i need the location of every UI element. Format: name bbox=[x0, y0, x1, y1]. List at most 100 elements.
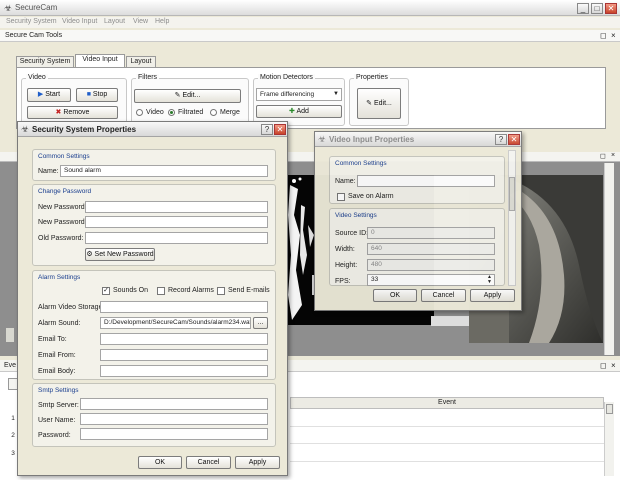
security-dialog-close-button[interactable]: ✕ bbox=[274, 124, 286, 135]
events-close-icon[interactable]: × bbox=[611, 361, 616, 370]
workspace-vscrollbar[interactable] bbox=[604, 163, 614, 355]
width-label: Width: bbox=[335, 246, 355, 253]
email-to-label: Email To: bbox=[38, 336, 67, 343]
events-title: Eve bbox=[4, 362, 17, 369]
width-field[interactable]: 640 bbox=[367, 243, 495, 255]
new-password-label: New Password: bbox=[38, 204, 87, 211]
send-emails-checkbox[interactable] bbox=[217, 287, 225, 295]
menu-bar: Security System Video Input Layout View … bbox=[0, 17, 620, 28]
alarm-sound-field[interactable]: D:/Development/SecureCam/Sounds/alarm234… bbox=[100, 317, 251, 329]
app-title: SecureCam bbox=[15, 3, 58, 12]
start-button[interactable]: ▶ Start bbox=[27, 88, 71, 102]
spinner-arrows-icon[interactable]: ▲ ▼ bbox=[487, 275, 492, 285]
menu-view[interactable]: View bbox=[133, 18, 148, 25]
email-from-label: Email From: bbox=[38, 352, 76, 359]
tab-video-input[interactable]: Video Input bbox=[75, 54, 125, 67]
events-pin-icon[interactable]: ◻ bbox=[600, 361, 607, 370]
security-dialog-help-button[interactable]: ? bbox=[261, 124, 273, 135]
maximize-button[interactable]: □ bbox=[591, 3, 603, 14]
workspace-close-icon[interactable]: × bbox=[611, 152, 615, 159]
workspace-left-edge bbox=[6, 328, 14, 342]
menu-security-system[interactable]: Security System bbox=[6, 18, 57, 25]
video-dialog-logo-icon: ☣ bbox=[318, 134, 327, 144]
radio-merge[interactable] bbox=[210, 109, 217, 116]
tab-security-system[interactable]: Security System bbox=[16, 56, 74, 67]
radio-filtrated[interactable] bbox=[168, 109, 175, 116]
source-id-field[interactable]: 0 bbox=[367, 227, 495, 239]
video-dialog-scroll-thumb[interactable] bbox=[509, 177, 515, 211]
motion-detector-select[interactable]: Frame differencing ▼ bbox=[256, 88, 342, 101]
smtp-user-field[interactable] bbox=[80, 413, 268, 425]
radio-merge-label: Merge bbox=[220, 109, 240, 116]
alarm-video-storage-field[interactable] bbox=[100, 301, 268, 313]
video-cancel-button[interactable]: Cancel bbox=[421, 289, 466, 302]
video-name-label: Name: bbox=[335, 178, 356, 185]
events-column-header[interactable]: Event bbox=[290, 397, 604, 409]
minimize-button[interactable]: _ bbox=[577, 3, 589, 14]
height-field[interactable]: 480 bbox=[367, 259, 495, 271]
video-dialog-help-button[interactable]: ? bbox=[495, 134, 507, 145]
remove-button[interactable]: ✖ Remove bbox=[27, 106, 118, 119]
panel-close-icon[interactable]: × bbox=[611, 31, 616, 40]
old-password-field[interactable] bbox=[85, 232, 268, 244]
radio-video[interactable] bbox=[136, 109, 143, 116]
radio-video-label: Video bbox=[146, 109, 164, 116]
stop-icon: ■ bbox=[86, 91, 91, 98]
menu-help[interactable]: Help bbox=[155, 18, 169, 25]
filters-edit-button[interactable]: ✎ Edit... bbox=[134, 89, 241, 103]
height-label: Height: bbox=[335, 262, 358, 269]
properties-edit-label: Edit... bbox=[373, 100, 392, 107]
security-cancel-button[interactable]: Cancel bbox=[186, 456, 231, 469]
browse-sound-button[interactable]: ... bbox=[253, 317, 268, 329]
video-dialog-close-button[interactable]: ✕ bbox=[508, 134, 520, 145]
security-name-label: Name: bbox=[38, 168, 59, 175]
security-apply-button[interactable]: Apply bbox=[235, 456, 280, 469]
workspace-pin-icon[interactable]: ◻ bbox=[600, 152, 606, 160]
fps-spinner[interactable]: 33 ▲ ▼ bbox=[367, 274, 495, 286]
stop-button[interactable]: ■ Stop bbox=[76, 88, 118, 102]
chevron-down-icon: ▼ bbox=[333, 91, 339, 97]
email-body-label: Email Body: bbox=[38, 368, 76, 375]
smtp-password-field[interactable] bbox=[80, 428, 268, 440]
menu-video-input[interactable]: Video Input bbox=[62, 18, 97, 25]
confirm-password-field[interactable] bbox=[85, 216, 268, 228]
menu-layout[interactable]: Layout bbox=[104, 18, 125, 25]
smtp-server-field[interactable] bbox=[80, 398, 268, 410]
security-ok-button[interactable]: OK bbox=[138, 456, 182, 469]
set-new-password-label: Set New Password bbox=[94, 251, 154, 258]
tab-layout[interactable]: Layout bbox=[126, 56, 156, 67]
set-new-password-button[interactable]: ⚙ Set New Password bbox=[85, 248, 155, 261]
video-name-field[interactable] bbox=[357, 175, 495, 187]
events-scroll-thumb[interactable] bbox=[606, 404, 613, 414]
email-from-field[interactable] bbox=[100, 349, 268, 361]
add-detector-button[interactable]: ✚ Add bbox=[256, 105, 342, 118]
start-label: Start bbox=[45, 91, 61, 98]
email-to-field[interactable] bbox=[100, 333, 268, 345]
close-button[interactable]: ✕ bbox=[605, 3, 617, 14]
events-vscrollbar[interactable] bbox=[604, 402, 614, 476]
sounds-on-checkbox[interactable]: ✓ bbox=[102, 287, 110, 295]
tools-panel-header: Secure Cam Tools ◻ × bbox=[0, 30, 620, 42]
new-password-field[interactable] bbox=[85, 201, 268, 213]
start-icon: ▶ bbox=[37, 91, 44, 98]
remove-label: Remove bbox=[63, 109, 90, 116]
security-system-properties-dialog: ☣ Security System Properties ? ✕ Common … bbox=[17, 121, 288, 476]
email-body-field[interactable] bbox=[100, 365, 268, 377]
remove-icon: ✖ bbox=[55, 109, 62, 116]
alarm-settings-title: Alarm Settings bbox=[38, 274, 81, 281]
video-dialog-scrollbar[interactable] bbox=[508, 150, 516, 286]
properties-edit-button[interactable]: ✎ Edit... bbox=[357, 88, 401, 119]
fps-value: 33 bbox=[371, 276, 379, 283]
app-logo-icon: ☣ bbox=[4, 3, 13, 13]
radio-filtrated-label: Filtrated bbox=[178, 109, 204, 116]
video-apply-button[interactable]: Apply bbox=[470, 289, 515, 302]
source-id-label: Source ID: bbox=[335, 230, 369, 237]
video-ok-button[interactable]: OK bbox=[373, 289, 417, 302]
save-on-alarm-checkbox[interactable] bbox=[337, 193, 345, 201]
record-alarms-checkbox[interactable] bbox=[157, 287, 165, 295]
old-password-label: Old Password: bbox=[38, 235, 84, 242]
events-row-divider bbox=[290, 426, 604, 427]
pin-icon[interactable]: ◻ bbox=[600, 31, 607, 40]
security-name-field[interactable]: Sound alarm bbox=[60, 165, 268, 177]
properties-edit-icon: ✎ bbox=[366, 100, 372, 107]
